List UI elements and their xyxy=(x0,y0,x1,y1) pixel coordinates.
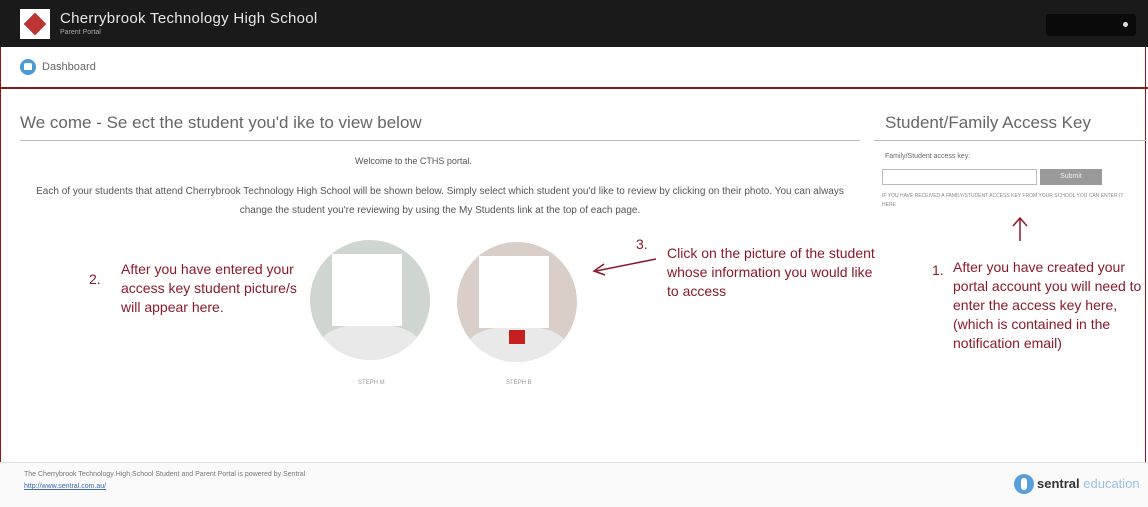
sidebar-divider xyxy=(874,140,1146,141)
annotation-1-text: After you have created your portal accou… xyxy=(953,259,1142,351)
access-key-label: Family/Student access key: xyxy=(885,153,971,160)
school-name: Cherrybrook Technology High School xyxy=(60,10,318,27)
instructions-text: Each of your students that attend Cherry… xyxy=(36,186,844,216)
privacy-mask xyxy=(479,256,549,328)
portal-subtitle: Parent Portal xyxy=(60,29,101,36)
arrow-left-icon xyxy=(592,258,657,276)
brand-rest: education xyxy=(1079,476,1140,491)
annotation-3-number: 3. xyxy=(636,236,648,252)
access-key-heading: Student/Family Access Key xyxy=(885,113,1091,132)
privacy-mask xyxy=(332,254,402,326)
page-title: We come - Se ect the student you'd ike t… xyxy=(20,113,422,132)
crest-icon xyxy=(23,12,47,36)
footer-text: The Cherrybrook Technology High School S… xyxy=(24,471,306,478)
student-photo-2[interactable] xyxy=(457,242,577,362)
annotation-2-number: 2. xyxy=(89,271,101,287)
student-photo-1[interactable] xyxy=(310,240,430,360)
home-icon[interactable] xyxy=(20,59,36,75)
brand-main: sentral xyxy=(1037,476,1080,491)
sentral-brand: sentral education xyxy=(1037,476,1140,491)
arrow-up-icon xyxy=(1012,216,1028,241)
student-name-2[interactable]: STEPH B xyxy=(506,380,532,386)
user-menu-button[interactable] xyxy=(1046,14,1136,36)
sentral-logo-icon xyxy=(1014,474,1034,494)
access-key-input[interactable] xyxy=(882,169,1037,185)
annotation-1-number: 1. xyxy=(932,262,944,278)
dropdown-dot-icon xyxy=(1123,22,1128,27)
school-logo[interactable] xyxy=(20,9,50,39)
top-bar: Cherrybrook Technology High School Paren… xyxy=(0,0,1148,47)
footer-link[interactable]: http://www.sentral.com.au/ xyxy=(24,483,106,490)
student-tie xyxy=(509,330,525,344)
annotation-2-text: After you have entered your access key s… xyxy=(121,261,297,315)
annotation-3-text: Click on the picture of the student whos… xyxy=(667,245,875,299)
access-key-help: IF YOU HAVE RECEIVED A FAMILY/STUDENT AC… xyxy=(882,193,1124,208)
student-name-1[interactable]: STEPH M xyxy=(358,380,385,386)
title-divider xyxy=(20,140,860,141)
submit-button[interactable]: Submit xyxy=(1040,169,1102,185)
breadcrumb: Dashboard xyxy=(0,47,1148,89)
footer xyxy=(0,462,1148,507)
intro-text: Welcome to the CTHS portal. xyxy=(355,156,472,166)
student-shirt xyxy=(320,325,420,360)
dashboard-link[interactable]: Dashboard xyxy=(42,61,96,73)
